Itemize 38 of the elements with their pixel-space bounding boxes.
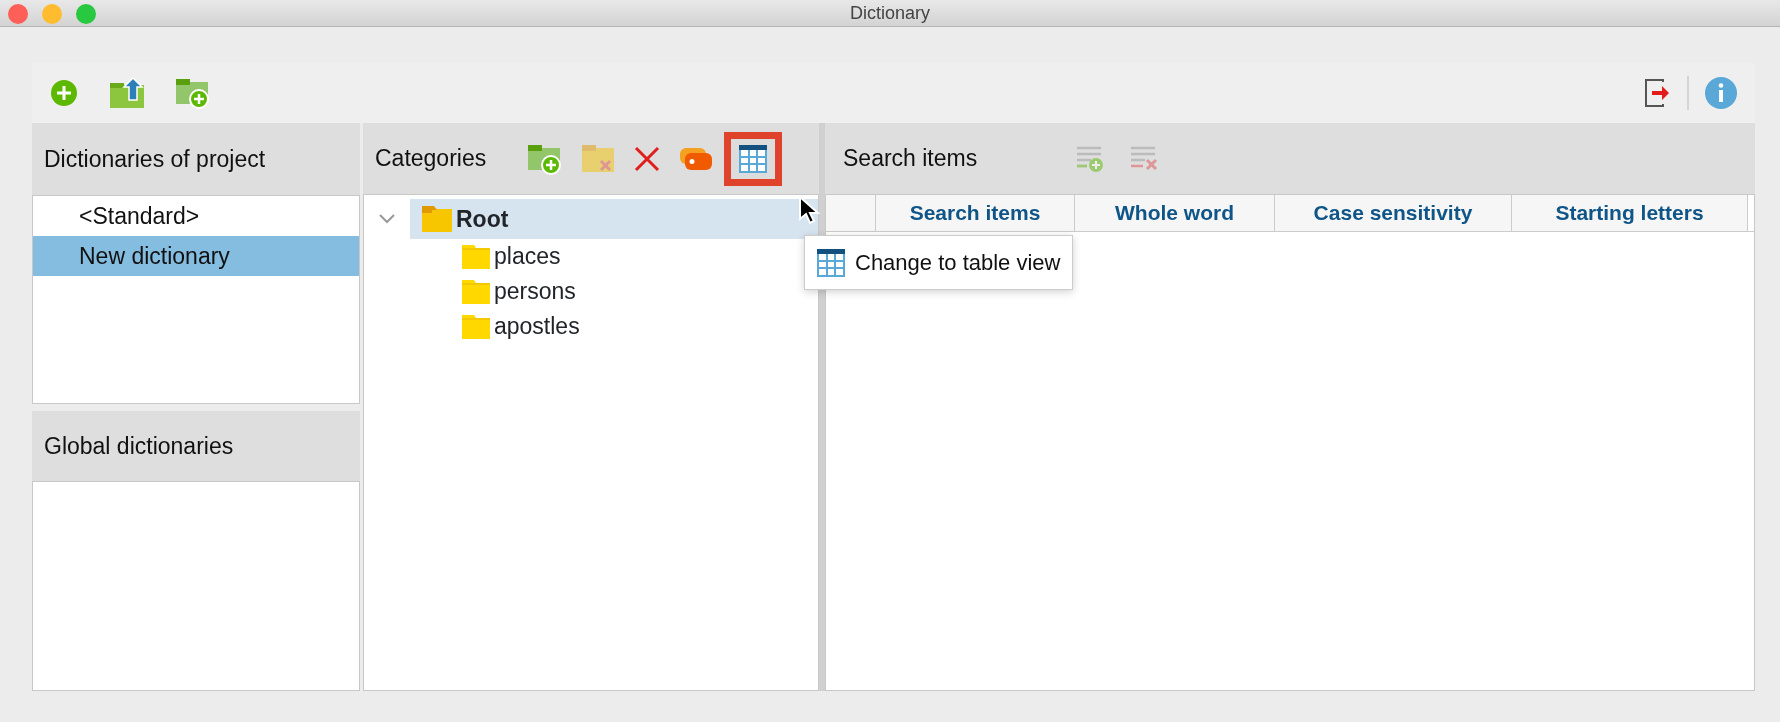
tooltip-text: Change to table view: [855, 249, 1061, 277]
window-title: Dictionary: [850, 3, 930, 23]
tree-row[interactable]: persons: [364, 274, 818, 309]
folder-icon: [462, 244, 490, 269]
window-control-icon[interactable]: [42, 4, 62, 24]
folder-icon: [462, 314, 490, 339]
window-control-icon[interactable]: [76, 4, 96, 24]
table-button[interactable]: [724, 131, 783, 186]
panel-title: Categories: [374, 144, 487, 174]
list-x-icon: [1129, 144, 1160, 173]
folder-plus-icon: [528, 142, 563, 175]
exit-icon: [1643, 78, 1671, 108]
table-icon: [817, 248, 845, 277]
tree-row[interactable]: apostles: [364, 309, 818, 344]
panel-title: Dictionaries of project: [43, 144, 266, 174]
tree-row[interactable]: places: [364, 239, 818, 274]
list-plus-icon: [1075, 144, 1106, 173]
dictionary-item[interactable]: New dictionary: [33, 236, 359, 276]
column-header[interactable]: Search items: [876, 195, 1075, 231]
column-header[interactable]: Starting letters: [1512, 195, 1748, 231]
window-control-icon[interactable]: [8, 4, 28, 24]
tag-icon: [680, 147, 713, 170]
info-icon: [1705, 77, 1737, 109]
splitter-bar[interactable]: [819, 123, 825, 691]
folder-arrow-icon: [110, 78, 144, 108]
folder-plus-icon: [176, 77, 210, 109]
folder-x-icon: [582, 143, 615, 174]
folder-icon: [462, 279, 490, 304]
panel-title: Search items: [842, 144, 978, 174]
table-icon: [739, 144, 768, 173]
plus-circle-icon: [50, 79, 78, 107]
column-header[interactable]: Whole word: [1075, 195, 1275, 231]
column-header[interactable]: Case sensitivity: [1275, 195, 1512, 231]
panel-title: Global dictionaries: [43, 431, 234, 461]
dictionary-item[interactable]: <Standard>: [33, 196, 359, 236]
close-icon: [634, 145, 661, 172]
folder-icon: [422, 206, 452, 232]
tree-row[interactable]: Root: [410, 199, 818, 239]
